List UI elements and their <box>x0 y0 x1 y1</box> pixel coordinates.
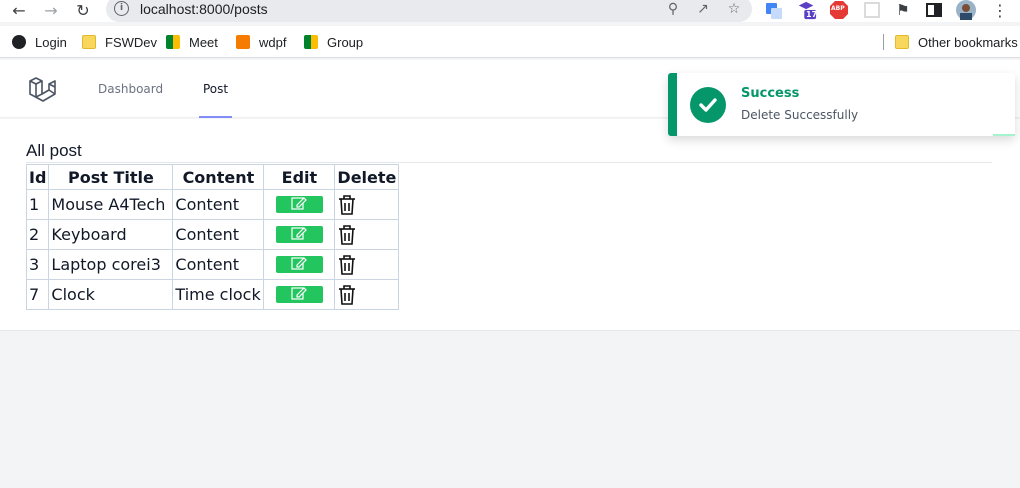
laravel-logo-icon[interactable] <box>27 74 59 106</box>
edit-icon <box>291 227 308 240</box>
folder-icon <box>82 35 96 49</box>
trash-icon[interactable] <box>337 194 357 216</box>
cell-content: Content <box>172 249 265 280</box>
edit-icon <box>291 197 308 210</box>
reload-icon[interactable]: ↻ <box>72 0 94 20</box>
cell-delete <box>334 249 400 280</box>
cell-content: Time clock <box>172 279 265 310</box>
menu-kebab-icon[interactable]: ⋮ <box>990 0 1010 20</box>
table-row: 1 Mouse A4Tech Content <box>25 189 400 220</box>
grid-extension-icon[interactable] <box>862 0 882 20</box>
zoom-icon[interactable]: ⚲ <box>664 0 682 18</box>
cell-id: 3 <box>25 249 50 280</box>
cap-extension-icon[interactable]: 17 <box>797 0 817 20</box>
cell-id: 2 <box>25 219 50 250</box>
toast-title: Success <box>741 86 800 101</box>
edit-button[interactable] <box>275 226 323 243</box>
bookmark-meet[interactable]: Meet <box>166 33 218 51</box>
site-info-icon[interactable]: i <box>114 1 129 16</box>
cell-content: Content <box>172 219 265 250</box>
main-content: All post Id Post Title Content Edit Dele… <box>0 119 1020 331</box>
meet-icon <box>304 35 318 49</box>
globe-icon <box>12 35 26 49</box>
meet-icon <box>166 35 180 49</box>
nav-active-indicator <box>199 116 232 118</box>
nav-dashboard-link[interactable]: Dashboard <box>98 82 163 96</box>
address-bar[interactable]: i localhost:8000/posts ⚲ ↗ ☆ <box>106 0 752 22</box>
bookmarks-bar: Login FSWDev Meet wdpf Group Other bookm… <box>0 26 1020 58</box>
header-id: Id <box>25 164 50 190</box>
trash-icon[interactable] <box>337 284 357 306</box>
browser-toolbar: ← → ↻ i localhost:8000/posts ⚲ ↗ ☆ 17 AB… <box>0 0 1020 22</box>
header-post-title: Post Title <box>48 164 174 190</box>
cell-title: Keyboard <box>48 219 174 250</box>
adblock-extension-icon[interactable]: ABP <box>829 0 849 20</box>
back-icon[interactable]: ← <box>8 0 30 20</box>
extension-badge: 17 <box>806 10 818 19</box>
translate-extension-icon[interactable] <box>764 1 784 21</box>
table-header-row: Id Post Title Content Edit Delete <box>25 164 400 190</box>
edit-icon <box>291 287 308 300</box>
divider <box>26 162 992 163</box>
toast-message: Delete Successfully <box>741 108 859 122</box>
cell-edit <box>263 249 336 280</box>
posts-table: Id Post Title Content Edit Delete 1 Mous… <box>25 164 400 310</box>
cell-title: Laptop corei3 <box>48 249 174 280</box>
cell-edit <box>263 219 336 250</box>
folder-icon <box>895 35 909 49</box>
check-circle-icon <box>690 87 726 123</box>
cell-edit <box>263 189 336 220</box>
header-content: Content <box>172 164 265 190</box>
cell-id: 1 <box>25 189 50 220</box>
nav-post-link[interactable]: Post <box>203 82 228 96</box>
edit-button[interactable] <box>275 196 323 213</box>
bookmark-other[interactable]: Other bookmarks <box>895 33 1018 51</box>
edit-button[interactable] <box>275 256 323 273</box>
bookmark-star-icon[interactable]: ☆ <box>725 0 743 18</box>
trash-icon[interactable] <box>337 254 357 276</box>
cell-content: Content <box>172 189 265 220</box>
table-row: 2 Keyboard Content <box>25 219 400 250</box>
cell-delete <box>334 219 400 250</box>
header-edit: Edit <box>263 164 336 190</box>
edit-icon <box>291 257 308 270</box>
forward-icon[interactable]: → <box>40 0 62 20</box>
cell-delete <box>334 189 400 220</box>
bookmark-separator <box>883 34 884 50</box>
profile-avatar[interactable] <box>956 0 976 20</box>
cell-title: Clock <box>48 279 174 310</box>
toast-progress-bar <box>993 134 1015 136</box>
share-icon[interactable]: ↗ <box>694 0 712 18</box>
trash-icon[interactable] <box>337 224 357 246</box>
page-title: All post <box>26 141 82 160</box>
bookmark-group[interactable]: Group <box>304 33 363 51</box>
xampp-icon <box>236 35 250 49</box>
extensions-puzzle-icon[interactable]: ⚑ <box>893 0 913 20</box>
cell-id: 7 <box>25 279 50 310</box>
table-row: 3 Laptop corei3 Content <box>25 249 400 280</box>
side-panel-icon[interactable] <box>924 0 944 20</box>
bookmark-fswdev[interactable]: FSWDev <box>82 33 157 51</box>
edit-button[interactable] <box>275 286 323 303</box>
cell-title: Mouse A4Tech <box>48 189 174 220</box>
bookmark-login[interactable]: Login <box>12 33 67 51</box>
url-text: localhost:8000/posts <box>140 1 268 17</box>
success-toast[interactable]: Success Delete Successfully <box>668 73 1015 136</box>
table-row: 7 Clock Time clock <box>25 279 400 310</box>
cell-edit <box>263 279 336 310</box>
header-delete: Delete <box>334 164 400 190</box>
bookmark-wdpf[interactable]: wdpf <box>236 33 286 51</box>
cell-delete <box>334 279 400 310</box>
adblock-label: ABP <box>831 5 845 12</box>
